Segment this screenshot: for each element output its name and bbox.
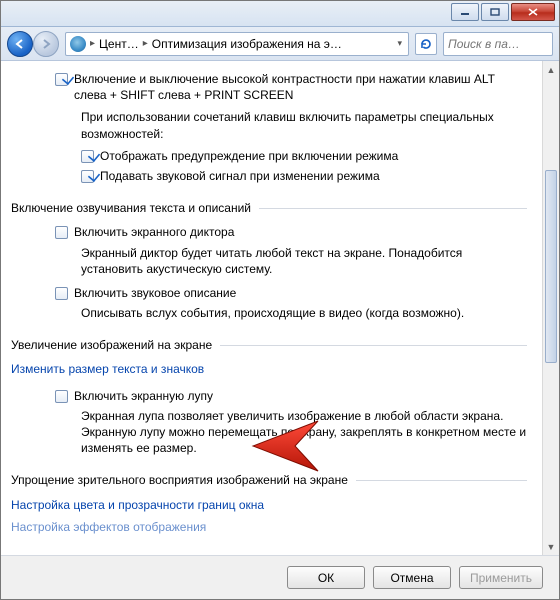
link-resize-text-icons[interactable]: Изменить размер текста и значков (11, 361, 527, 377)
maximize-button[interactable] (481, 3, 509, 21)
label-high-contrast-toggle: Включение и выключение высокой контрастн… (74, 71, 527, 103)
label-show-warning: Отображать предупреждение при включении … (100, 148, 398, 164)
narrator-description: Экранный диктор будет читать любой текст… (81, 245, 527, 277)
checkbox-show-warning[interactable] (81, 150, 94, 163)
apply-button[interactable]: Применить (459, 566, 543, 589)
minimize-icon (460, 8, 470, 16)
label-play-sound: Подавать звуковой сигнал при изменении р… (100, 168, 380, 184)
nav-bar: ▸ Цент… ▸ Оптимизация изображения на э… … (1, 27, 559, 61)
scroll-thumb[interactable] (545, 170, 557, 363)
close-button[interactable] (511, 3, 555, 21)
label-audio-description: Включить звуковое описание (74, 285, 236, 301)
dialog-button-bar: ОК Отмена Применить (1, 555, 559, 599)
maximize-icon (490, 8, 500, 16)
section-title-simplify: Упрощение зрительного восприятия изображ… (11, 472, 348, 488)
high-contrast-note: При использовании сочетаний клавиш включ… (81, 109, 527, 141)
link-display-effects[interactable]: Настройка эффектов отображения (11, 519, 527, 535)
label-narrator: Включить экранного диктора (74, 224, 234, 240)
vertical-scrollbar[interactable]: ▲ ▼ (542, 61, 559, 555)
label-magnifier: Включить экранную лупу (74, 388, 213, 404)
breadcrumb-sep: ▸ (143, 38, 148, 49)
section-title-magnify: Увеличение изображений на экране (11, 337, 212, 353)
checkbox-audio-description[interactable] (55, 287, 68, 300)
search-input[interactable] (443, 32, 553, 56)
cancel-button[interactable]: Отмена (373, 566, 451, 589)
address-bar[interactable]: ▸ Цент… ▸ Оптимизация изображения на э… … (65, 32, 409, 56)
checkbox-magnifier[interactable] (55, 390, 68, 403)
minimize-button[interactable] (451, 3, 479, 21)
control-panel-icon (70, 36, 86, 52)
magnifier-description: Экранная лупа позволяет увеличить изобра… (81, 408, 527, 457)
address-dropdown[interactable]: ▾ (393, 38, 406, 49)
scroll-down-button[interactable]: ▼ (543, 538, 559, 555)
checkbox-high-contrast-toggle[interactable] (55, 73, 68, 86)
breadcrumb-2[interactable]: Оптимизация изображения на э… (152, 37, 342, 51)
audio-description-text: Описывать вслух события, происходящие в … (81, 305, 527, 321)
forward-button[interactable] (33, 31, 59, 57)
breadcrumb-sep: ▸ (90, 38, 95, 49)
refresh-icon (419, 37, 433, 51)
arrow-left-icon (14, 38, 26, 50)
scroll-up-button[interactable]: ▲ (543, 61, 559, 78)
scroll-track[interactable] (543, 78, 559, 538)
divider (356, 480, 527, 481)
checkbox-play-sound[interactable] (81, 170, 94, 183)
breadcrumb-1[interactable]: Цент… (99, 37, 139, 51)
section-title-speech: Включение озвучивания текста и описаний (11, 200, 251, 216)
refresh-button[interactable] (415, 33, 437, 55)
divider (259, 208, 527, 209)
link-window-border-color[interactable]: Настройка цвета и прозрачности границ ок… (11, 497, 527, 513)
back-button[interactable] (7, 31, 33, 57)
checkbox-narrator[interactable] (55, 226, 68, 239)
ok-button[interactable]: ОК (287, 566, 365, 589)
window-titlebar (1, 1, 559, 27)
nav-back-group (7, 31, 59, 57)
arrow-right-icon (40, 38, 52, 50)
content-area: Включение и выключение высокой контрастн… (1, 61, 559, 555)
close-icon (528, 8, 538, 16)
divider (220, 345, 527, 346)
